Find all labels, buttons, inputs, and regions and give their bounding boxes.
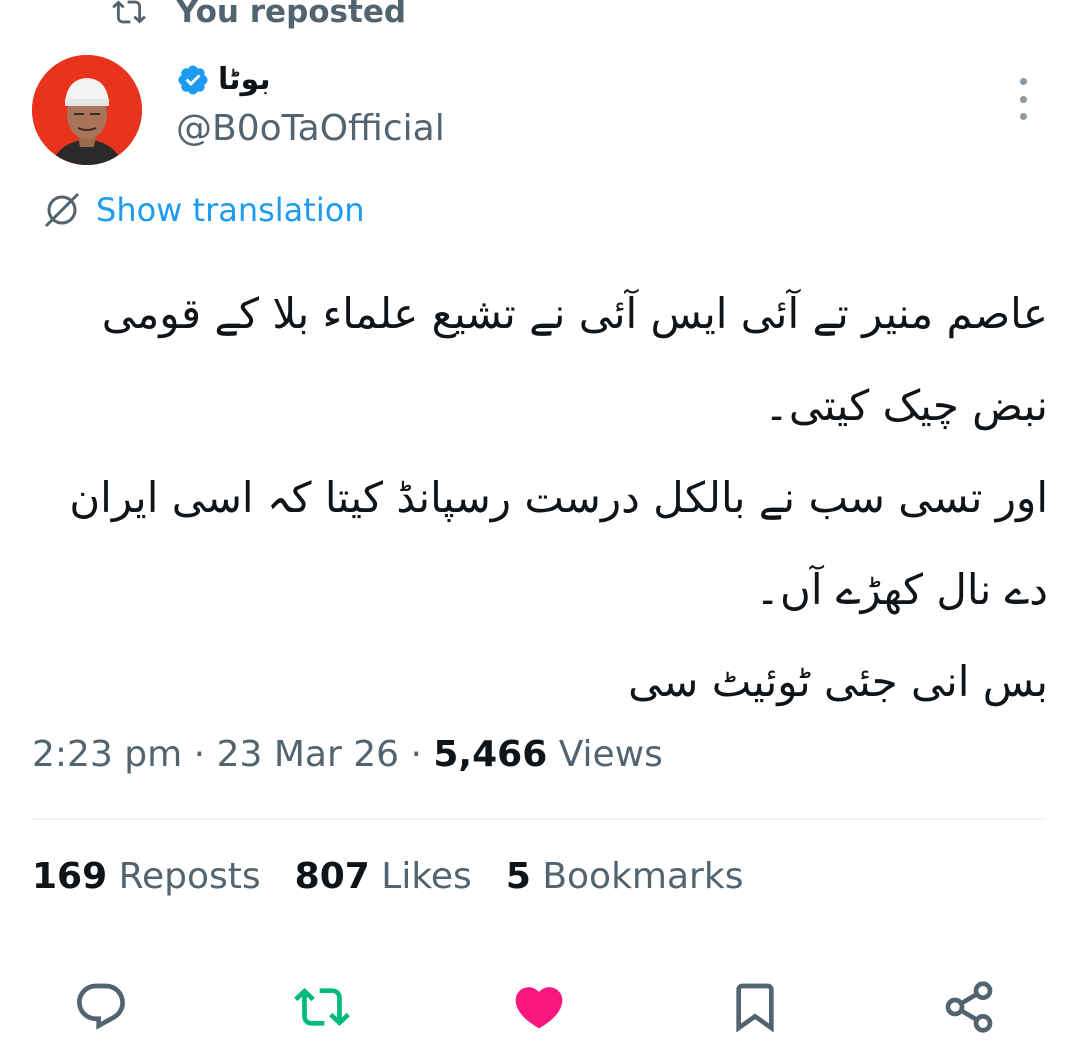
tweet-time[interactable]: 2:23 pm	[32, 734, 182, 775]
avatar[interactable]	[32, 55, 142, 165]
share-button[interactable]	[940, 978, 998, 1036]
repost-icon	[294, 988, 350, 1026]
share-icon	[945, 981, 993, 1033]
bookmarks-stat[interactable]: 5 Bookmarks	[506, 856, 744, 897]
views-label: Views	[558, 734, 663, 775]
engagement-stats: 169 Reposts 807 Likes 5 Bookmarks	[32, 856, 743, 897]
repost-banner-label: You reposted	[176, 0, 407, 30]
reposts-stat[interactable]: 169 Reposts	[32, 856, 261, 897]
bookmark-icon	[736, 983, 774, 1033]
likes-stat[interactable]: 807 Likes	[295, 856, 472, 897]
like-button[interactable]	[510, 978, 568, 1036]
repost-icon	[112, 0, 146, 24]
tweet-line: عاصم منیر تے آئی ایس آئی نے تشیع علماء ب…	[101, 289, 1048, 430]
repost-button[interactable]	[293, 978, 351, 1036]
bookmarks-count: 5	[505, 856, 531, 897]
divider	[32, 818, 1046, 820]
tweet-detail: You reposted بوٹا @B0oTaOfficial Show tr…	[0, 0, 1078, 1054]
bookmark-button[interactable]	[726, 978, 784, 1036]
reply-icon	[77, 983, 125, 1030]
repost-banner[interactable]: You reposted	[112, 0, 406, 32]
tweet-date[interactable]: 23 Mar 26	[217, 734, 399, 775]
tweet-line: اور تسی سب نے بالکل درست رسپانڈ کیتا کہ …	[69, 473, 1048, 614]
more-options-icon[interactable]	[1008, 78, 1038, 120]
likes-count: 807	[294, 856, 370, 897]
meta-separator: ·	[193, 734, 206, 775]
show-translation-label: Show translation	[96, 191, 365, 229]
author-name-row[interactable]: بوٹا	[176, 62, 271, 97]
likes-label: Likes	[381, 856, 472, 897]
bookmarks-label: Bookmarks	[542, 856, 744, 897]
tweet-meta: 2:23 pm · 23 Mar 26 · 5,466 Views	[32, 734, 663, 775]
author-display-name: بوٹا	[218, 62, 271, 97]
tweet-text: عاصم منیر تے آئی ایس آئی نے تشیع علماء ب…	[40, 268, 1048, 728]
reposts-count: 169	[32, 856, 108, 897]
reposts-label: Reposts	[118, 856, 261, 897]
show-translation-button[interactable]: Show translation	[42, 190, 365, 230]
views[interactable]: 5,466 Views	[433, 734, 663, 775]
heart-icon	[515, 987, 563, 1029]
reply-button[interactable]	[72, 978, 130, 1036]
views-count: 5,466	[433, 734, 548, 775]
meta-separator: ·	[410, 734, 422, 775]
verified-badge-icon	[178, 64, 208, 95]
author-handle[interactable]: @B0oTaOfficial	[176, 108, 445, 149]
globe-off-icon	[44, 192, 80, 228]
tweet-line: بس انی جئی ٹوئیٹ سی	[628, 657, 1048, 706]
